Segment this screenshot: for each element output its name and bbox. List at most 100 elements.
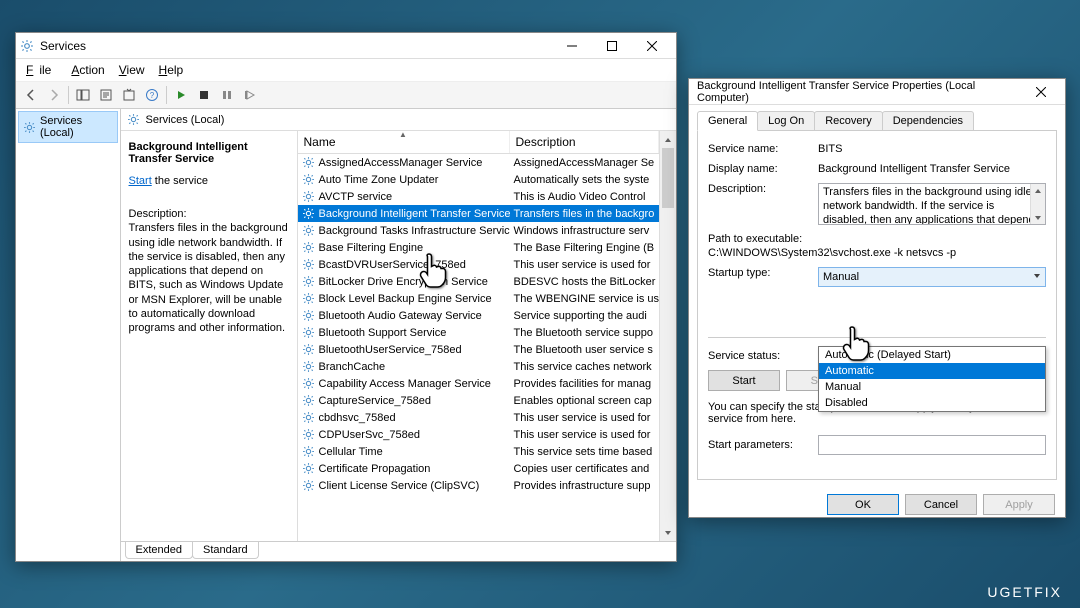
service-row[interactable]: Bluetooth Support ServiceThe Bluetooth s… (298, 324, 659, 341)
service-row[interactable]: Bluetooth Audio Gateway ServiceService s… (298, 307, 659, 324)
service-row[interactable]: Auto Time Zone UpdaterAutomatically sets… (298, 171, 659, 188)
startup-type-dropdown[interactable]: Automatic (Delayed Start)AutomaticManual… (818, 346, 1046, 412)
dropdown-option[interactable]: Manual (819, 379, 1045, 395)
content-header-label: Services (Local) (146, 114, 225, 126)
service-name: BcastDVRUserService_758ed (319, 259, 466, 271)
service-row[interactable]: AVCTP serviceThis is Audio Video Control (298, 188, 659, 205)
properties-button[interactable] (95, 84, 117, 106)
service-name-value: BITS (818, 143, 1046, 155)
service-description: This service sets time based (510, 446, 659, 458)
service-row[interactable]: CDPUserSvc_758edThis user service is use… (298, 426, 659, 443)
pause-service-button[interactable] (216, 84, 238, 106)
gear-icon (23, 121, 36, 134)
tab-standard[interactable]: Standard (192, 542, 259, 559)
close-button[interactable] (632, 34, 672, 58)
start-parameters-input[interactable] (818, 435, 1046, 455)
service-row[interactable]: Base Filtering EngineThe Base Filtering … (298, 239, 659, 256)
gear-icon (302, 428, 315, 441)
service-row[interactable]: Cellular TimeThis service sets time base… (298, 443, 659, 460)
dropdown-option[interactable]: Disabled (819, 395, 1045, 411)
restart-service-button[interactable] (239, 84, 261, 106)
service-row[interactable]: cbdhsvc_758edThis user service is used f… (298, 409, 659, 426)
dialog-titlebar[interactable]: Background Intelligent Transfer Service … (689, 79, 1065, 105)
service-description: The Bluetooth service suppo (510, 327, 659, 339)
service-row[interactable]: Client License Service (ClipSVC)Provides… (298, 477, 659, 494)
startup-type-select[interactable]: Manual (818, 267, 1046, 287)
startup-type-label: Startup type: (708, 267, 818, 279)
service-description: Transfers files in the backgro (510, 208, 659, 220)
service-row[interactable]: CaptureService_758edEnables optional scr… (298, 392, 659, 409)
back-button[interactable] (20, 84, 42, 106)
service-row[interactable]: Background Tasks Infrastructure ServiceW… (298, 222, 659, 239)
tab-recovery[interactable]: Recovery (814, 111, 882, 131)
gear-icon (302, 377, 315, 390)
gear-icon (302, 258, 315, 271)
service-row[interactable]: Block Level Backup Engine ServiceThe WBE… (298, 290, 659, 307)
export-button[interactable] (118, 84, 140, 106)
cancel-button[interactable]: Cancel (905, 494, 977, 515)
show-hide-tree-button[interactable] (72, 84, 94, 106)
apply-button: Apply (983, 494, 1055, 515)
tab-logon[interactable]: Log On (757, 111, 815, 131)
tab-extended[interactable]: Extended (125, 542, 193, 559)
gear-icon (302, 173, 315, 186)
description-label: Description: (708, 183, 818, 195)
service-name: Certificate Propagation (319, 463, 431, 475)
dialog-title: Background Intelligent Transfer Service … (693, 80, 1021, 104)
menu-file[interactable]: File (20, 61, 63, 79)
description-scrollbar[interactable] (1030, 184, 1045, 224)
service-row[interactable]: Background Intelligent Transfer ServiceT… (298, 205, 659, 222)
stop-service-button[interactable] (193, 84, 215, 106)
tab-general[interactable]: General (697, 111, 758, 131)
service-row[interactable]: Certificate PropagationCopies user certi… (298, 460, 659, 477)
ok-button[interactable]: OK (827, 494, 899, 515)
gear-icon (302, 309, 315, 322)
gear-icon (127, 113, 140, 126)
service-description: Provides infrastructure supp (510, 480, 659, 492)
column-description[interactable]: Description (510, 131, 659, 153)
service-description: BDESVC hosts the BitLocker (510, 276, 659, 288)
description-textbox[interactable]: Transfers files in the background using … (818, 183, 1046, 225)
scroll-down-icon[interactable] (1031, 211, 1045, 224)
service-row[interactable]: BluetoothUserService_758edThe Bluetooth … (298, 341, 659, 358)
services-window: Services File Action View Help ? Service… (15, 32, 677, 562)
menu-action[interactable]: Action (65, 61, 110, 79)
scroll-up-icon[interactable] (1031, 184, 1045, 197)
service-row[interactable]: BitLocker Drive Encryption ServiceBDESVC… (298, 273, 659, 290)
tab-dependencies[interactable]: Dependencies (882, 111, 974, 131)
start-service-button[interactable] (170, 84, 192, 106)
menu-view[interactable]: View (113, 61, 151, 79)
window-title: Services (40, 39, 552, 53)
scrollbar-thumb[interactable] (662, 148, 674, 208)
service-name: Background Tasks Infrastructure Service (319, 225, 510, 237)
column-name[interactable]: Name▲ (298, 131, 510, 153)
dropdown-option[interactable]: Automatic (819, 363, 1045, 379)
services-list[interactable]: AssignedAccessManager ServiceAssignedAcc… (298, 154, 659, 541)
scroll-up-button[interactable] (660, 131, 676, 148)
start-button[interactable]: Start (708, 370, 780, 391)
forward-button[interactable] (43, 84, 65, 106)
service-name: Block Level Backup Engine Service (319, 293, 492, 305)
service-row[interactable]: BcastDVRUserService_758edThis user servi… (298, 256, 659, 273)
titlebar[interactable]: Services (16, 33, 676, 59)
dropdown-option[interactable]: Automatic (Delayed Start) (819, 347, 1045, 363)
service-name: CaptureService_758ed (319, 395, 432, 407)
tree-item-services-local[interactable]: Services (Local) (18, 111, 118, 143)
maximize-button[interactable] (592, 34, 632, 58)
service-row[interactable]: AssignedAccessManager ServiceAssignedAcc… (298, 154, 659, 171)
service-description: Automatically sets the syste (510, 174, 659, 186)
dialog-close-button[interactable] (1021, 80, 1061, 104)
minimize-button[interactable] (552, 34, 592, 58)
display-name-label: Display name: (708, 163, 818, 175)
gear-icon (302, 360, 315, 373)
vertical-scrollbar[interactable] (659, 131, 676, 541)
service-row[interactable]: BranchCacheThis service caches network (298, 358, 659, 375)
gear-icon (302, 343, 315, 356)
start-service-link[interactable]: Start (129, 175, 152, 187)
service-row[interactable]: Capability Access Manager ServiceProvide… (298, 375, 659, 392)
service-description: Provides facilities for manag (510, 378, 659, 390)
menu-help[interactable]: Help (153, 61, 190, 79)
menu-bar: File Action View Help (16, 59, 676, 81)
scroll-down-button[interactable] (660, 524, 676, 541)
help-button[interactable]: ? (141, 84, 163, 106)
